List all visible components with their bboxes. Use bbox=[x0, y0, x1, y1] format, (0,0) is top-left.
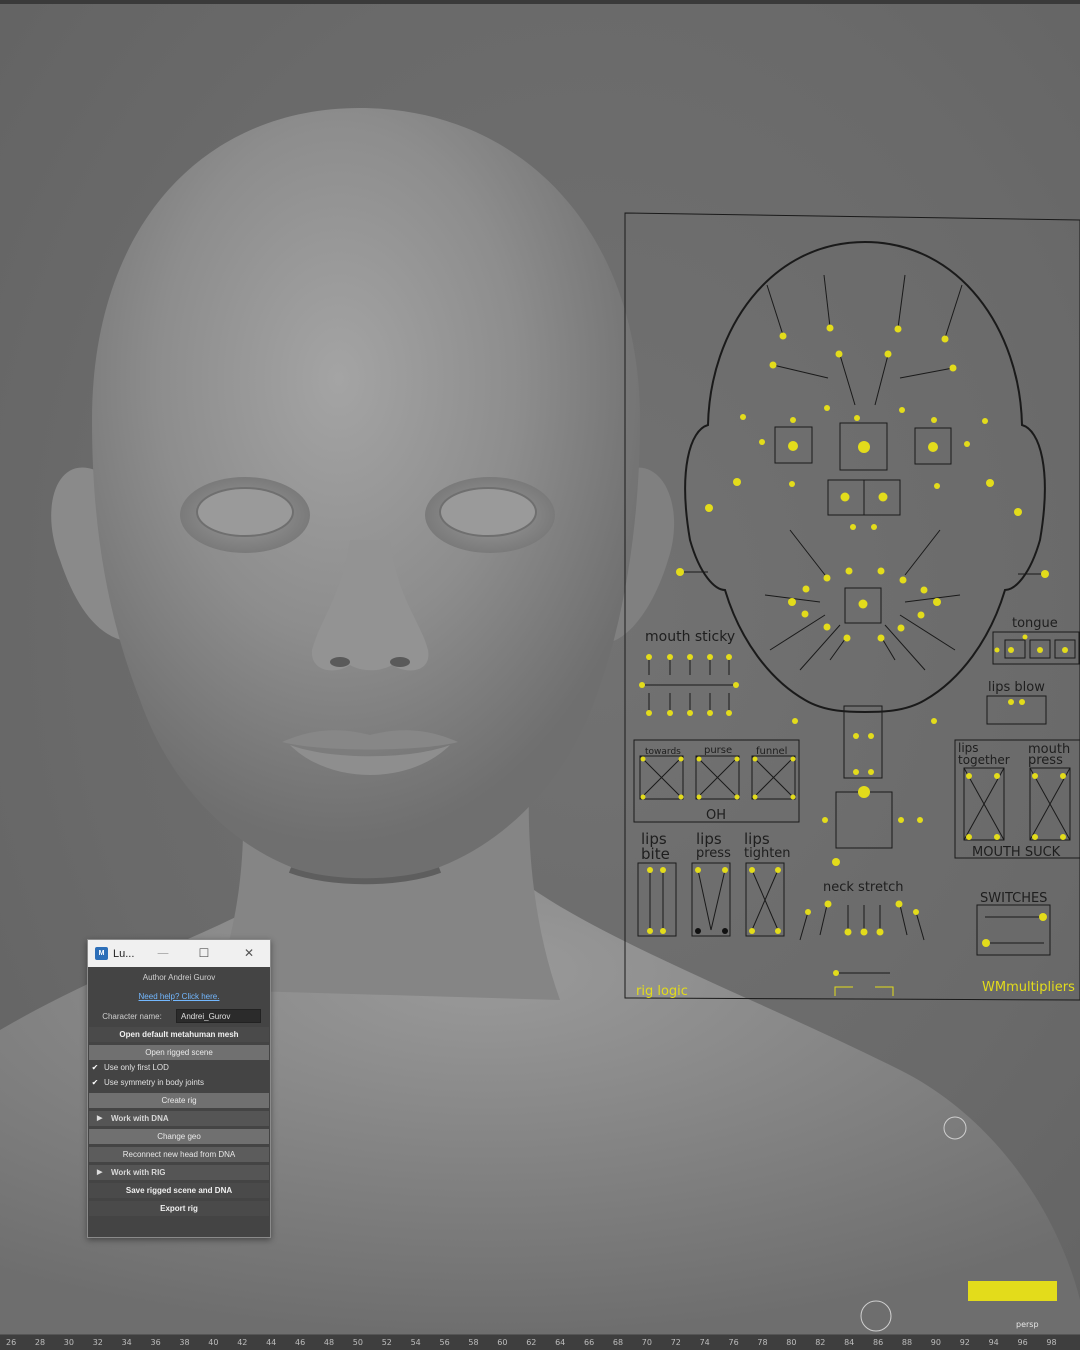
label-rig-logic: rig logic bbox=[636, 984, 688, 999]
create-rig-button[interactable]: Create rig bbox=[89, 1093, 269, 1108]
label-purse: purse bbox=[704, 745, 732, 756]
open-default-mesh-button[interactable]: Open default metahuman mesh bbox=[89, 1027, 269, 1042]
label-lips-together-2: together bbox=[958, 753, 1010, 767]
time-slider[interactable]: 26 28 30 32 34 36 38 40 42 44 46 48 50 52 54 56 58 60 62 64… bbox=[0, 1334, 1080, 1350]
timeline-tick: 52 bbox=[381, 1338, 392, 1347]
timeline-tick: 74 bbox=[699, 1338, 710, 1347]
label-mouth-press-2: press bbox=[1028, 753, 1063, 768]
timeline-tick: 84 bbox=[844, 1338, 855, 1347]
author-label: Author Andrei Gurov bbox=[142, 973, 216, 982]
timeline-tick: 60 bbox=[497, 1338, 508, 1347]
label-tongue: tongue bbox=[1012, 616, 1058, 631]
timeline-tick: 72 bbox=[670, 1338, 681, 1347]
rig-tool-window: M Lu... — ☐ ✕ Author Andrei Gurov Need h… bbox=[87, 939, 271, 1238]
window-titlebar[interactable]: M Lu... — ☐ ✕ bbox=[88, 940, 270, 967]
label-funnel: funnel bbox=[756, 746, 787, 757]
save-rigged-scene-button[interactable]: Save rigged scene and DNA bbox=[89, 1183, 269, 1198]
yellow-control-swatch[interactable] bbox=[968, 1281, 1057, 1301]
label-neck-stretch: neck stretch bbox=[823, 880, 903, 895]
timeline-tick: 80 bbox=[786, 1338, 797, 1347]
timeline-tick: 34 bbox=[121, 1338, 132, 1347]
timeline-tick: 50 bbox=[352, 1338, 363, 1347]
checkmark-icon: ✔ bbox=[91, 1077, 99, 1087]
timeline-tick: 42 bbox=[237, 1338, 248, 1347]
timeline-tick: 82 bbox=[815, 1338, 826, 1347]
timeline-tick: 38 bbox=[179, 1338, 190, 1347]
label-mouth-suck: MOUTH SUCK bbox=[972, 845, 1061, 860]
timeline-tick: 32 bbox=[92, 1338, 103, 1347]
character-name-label: Character name: bbox=[102, 1011, 162, 1021]
timeline-tick: 30 bbox=[63, 1338, 74, 1347]
maya-viewport[interactable]: mouth sticky tongue lips blow towards pu… bbox=[0, 0, 1080, 1350]
timeline-tick: 78 bbox=[757, 1338, 768, 1347]
timeline-tick: 96 bbox=[1017, 1338, 1028, 1347]
label-lips-blow: lips blow bbox=[988, 680, 1045, 695]
reconnect-head-button[interactable]: Reconnect new head from DNA bbox=[89, 1147, 269, 1162]
maximize-icon[interactable]: ☐ bbox=[195, 945, 213, 961]
label-wm-multipliers: WMmultipliers bbox=[982, 980, 1075, 995]
only-first-lod-checkbox[interactable]: ✔ Use only first LOD bbox=[88, 1060, 270, 1075]
label-lips-tighten-2: tighten bbox=[744, 846, 791, 861]
timeline-tick: 86 bbox=[873, 1338, 884, 1347]
open-rigged-scene-button[interactable]: Open rigged scene bbox=[89, 1045, 269, 1060]
label-oh: OH bbox=[706, 808, 726, 823]
maya-app-icon: M bbox=[95, 947, 108, 960]
work-with-dna-section[interactable]: ▶ Work with DNA bbox=[89, 1111, 269, 1126]
window-title: Lu... bbox=[113, 947, 135, 960]
timeline-tick: 70 bbox=[641, 1338, 652, 1347]
timeline-tick: 46 bbox=[295, 1338, 306, 1347]
character-name-row: Character name: Andrei_Gurov bbox=[88, 1008, 270, 1024]
timeline-tick: 26 bbox=[6, 1338, 17, 1347]
label-switches: SWITCHES bbox=[980, 891, 1047, 906]
timeline-tick: 90 bbox=[930, 1338, 941, 1347]
timeline-tick: 44 bbox=[266, 1338, 277, 1347]
timeline-tick: 48 bbox=[323, 1338, 335, 1347]
expand-triangle-icon: ▶ bbox=[97, 1169, 103, 1176]
label-lips-bite-2: bite bbox=[641, 845, 670, 863]
symmetry-label: Use symmetry in body joints bbox=[104, 1078, 205, 1087]
timeline-tick: 40 bbox=[208, 1338, 219, 1347]
timeline-tick: 94 bbox=[988, 1338, 999, 1347]
help-link[interactable]: Need help? Click here. bbox=[88, 991, 270, 1003]
timeline-tick: 92 bbox=[959, 1338, 970, 1347]
character-name-input[interactable]: Andrei_Gurov bbox=[176, 1009, 261, 1023]
timeline-tick: 88 bbox=[901, 1338, 913, 1347]
close-icon[interactable]: ✕ bbox=[240, 945, 258, 961]
timeline-tick: 28 bbox=[34, 1338, 46, 1347]
timeline-tick: 68 bbox=[612, 1338, 624, 1347]
symmetry-checkbox[interactable]: ✔ Use symmetry in body joints bbox=[88, 1075, 270, 1090]
timeline-tick: 56 bbox=[439, 1338, 450, 1347]
timeline-tick: 54 bbox=[410, 1338, 421, 1347]
timeline-tick: 98 bbox=[1046, 1338, 1057, 1347]
expand-triangle-icon: ▶ bbox=[97, 1115, 103, 1122]
only-first-lod-label: Use only first LOD bbox=[104, 1063, 169, 1072]
work-with-rig-label: Work with RIG bbox=[111, 1168, 166, 1177]
checkmark-icon: ✔ bbox=[91, 1062, 99, 1072]
timeline-tick: 64 bbox=[555, 1338, 566, 1347]
label-towards: towards bbox=[645, 747, 681, 757]
timeline-tick: 66 bbox=[584, 1338, 595, 1347]
work-with-dna-label: Work with DNA bbox=[111, 1114, 169, 1123]
label-mouth-sticky: mouth sticky bbox=[645, 629, 735, 645]
timeline-tick: 76 bbox=[728, 1338, 739, 1347]
timeline-tick: 58 bbox=[468, 1338, 479, 1347]
camera-label: persp bbox=[1016, 1320, 1039, 1329]
change-geo-button[interactable]: Change geo bbox=[89, 1129, 269, 1144]
minimize-icon[interactable]: — bbox=[154, 945, 172, 961]
export-rig-button[interactable]: Export rig bbox=[89, 1201, 269, 1216]
timeline-tick: 62 bbox=[526, 1338, 537, 1347]
timeline-tick: 36 bbox=[150, 1338, 161, 1347]
label-lips-press-2: press bbox=[696, 846, 731, 861]
work-with-rig-section[interactable]: ▶ Work with RIG bbox=[89, 1165, 269, 1180]
